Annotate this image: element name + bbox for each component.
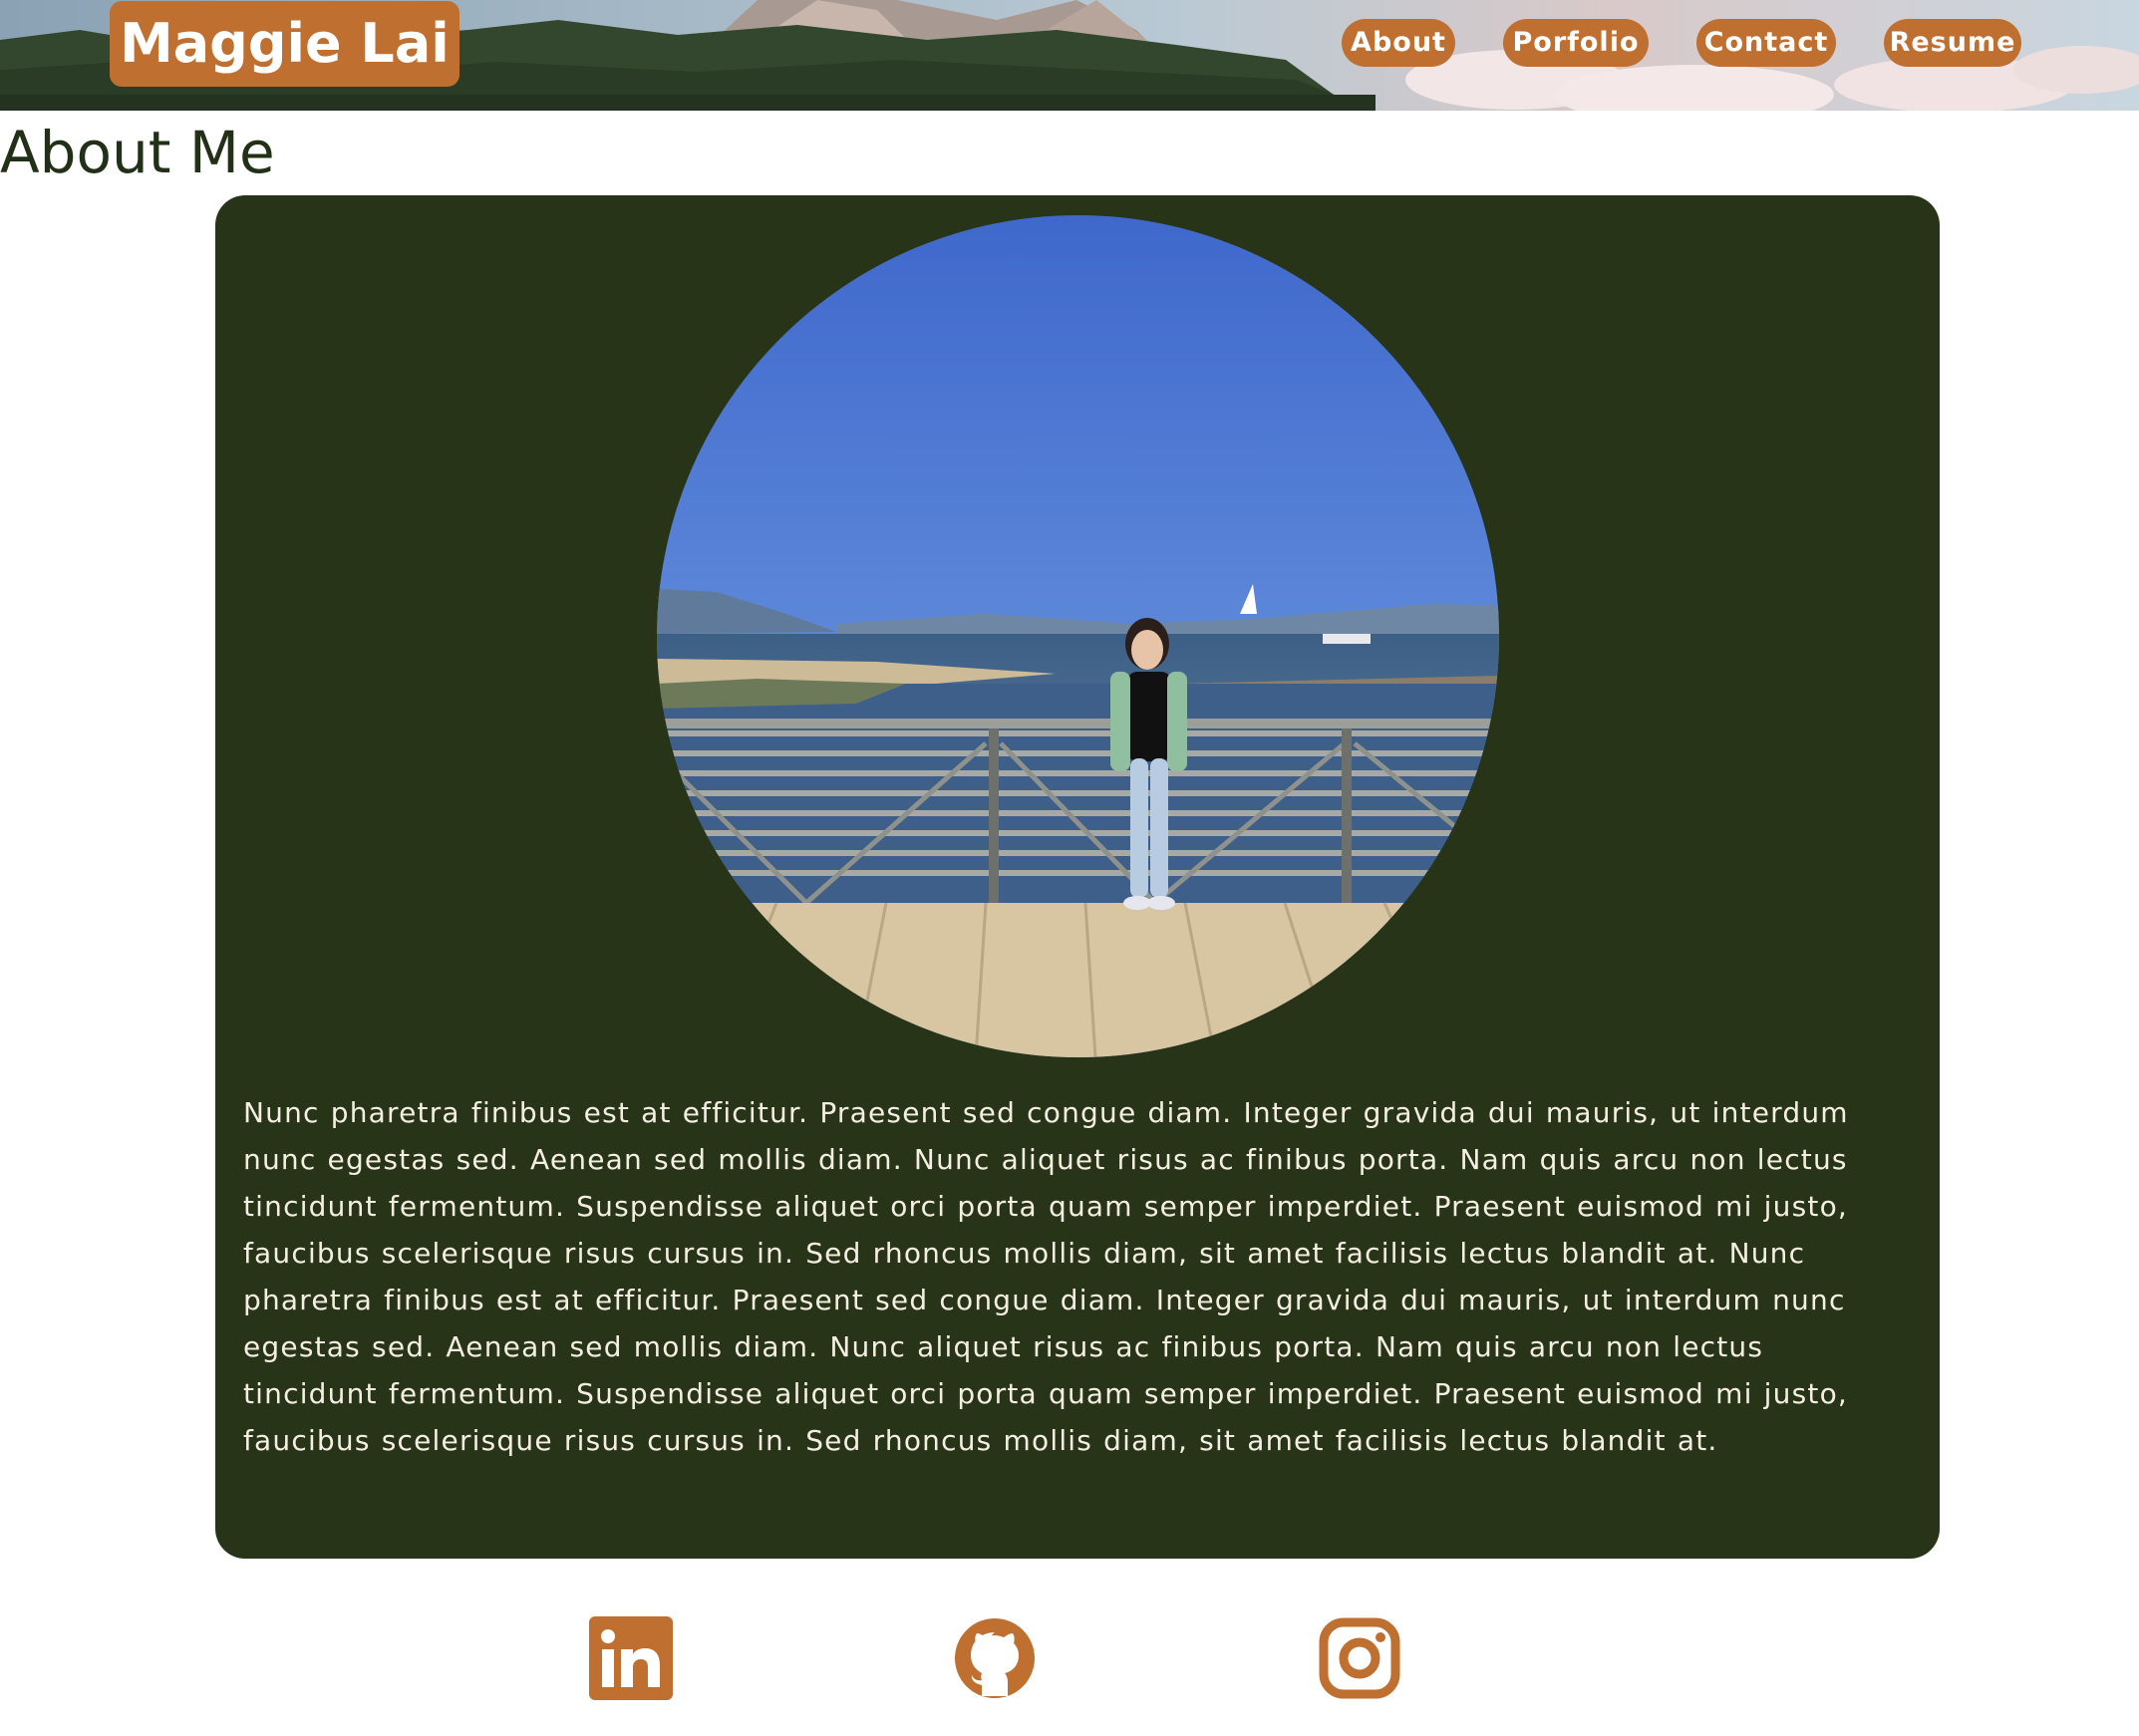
about-card: Nunc pharetra finibus est at efficitur. … xyxy=(215,195,1940,1559)
instagram-icon[interactable] xyxy=(1318,1616,1401,1700)
page-title: About Me xyxy=(0,119,275,186)
linkedin-icon[interactable] xyxy=(589,1616,673,1700)
site-header: Maggie Lai About Porfolio Contact Resume xyxy=(0,0,2139,111)
bio-paragraph: Nunc pharetra finibus est at efficitur. … xyxy=(243,1096,1849,1457)
github-icon[interactable] xyxy=(953,1616,1037,1700)
nav-about[interactable]: About xyxy=(1342,19,1455,67)
nav-contact[interactable]: Contact xyxy=(1696,19,1836,67)
nav-resume[interactable]: Resume xyxy=(1884,19,2021,67)
nav-portfolio[interactable]: Porfolio xyxy=(1503,19,1649,67)
profile-photo xyxy=(657,215,1499,1057)
brand-logo[interactable]: Maggie Lai xyxy=(110,1,459,87)
